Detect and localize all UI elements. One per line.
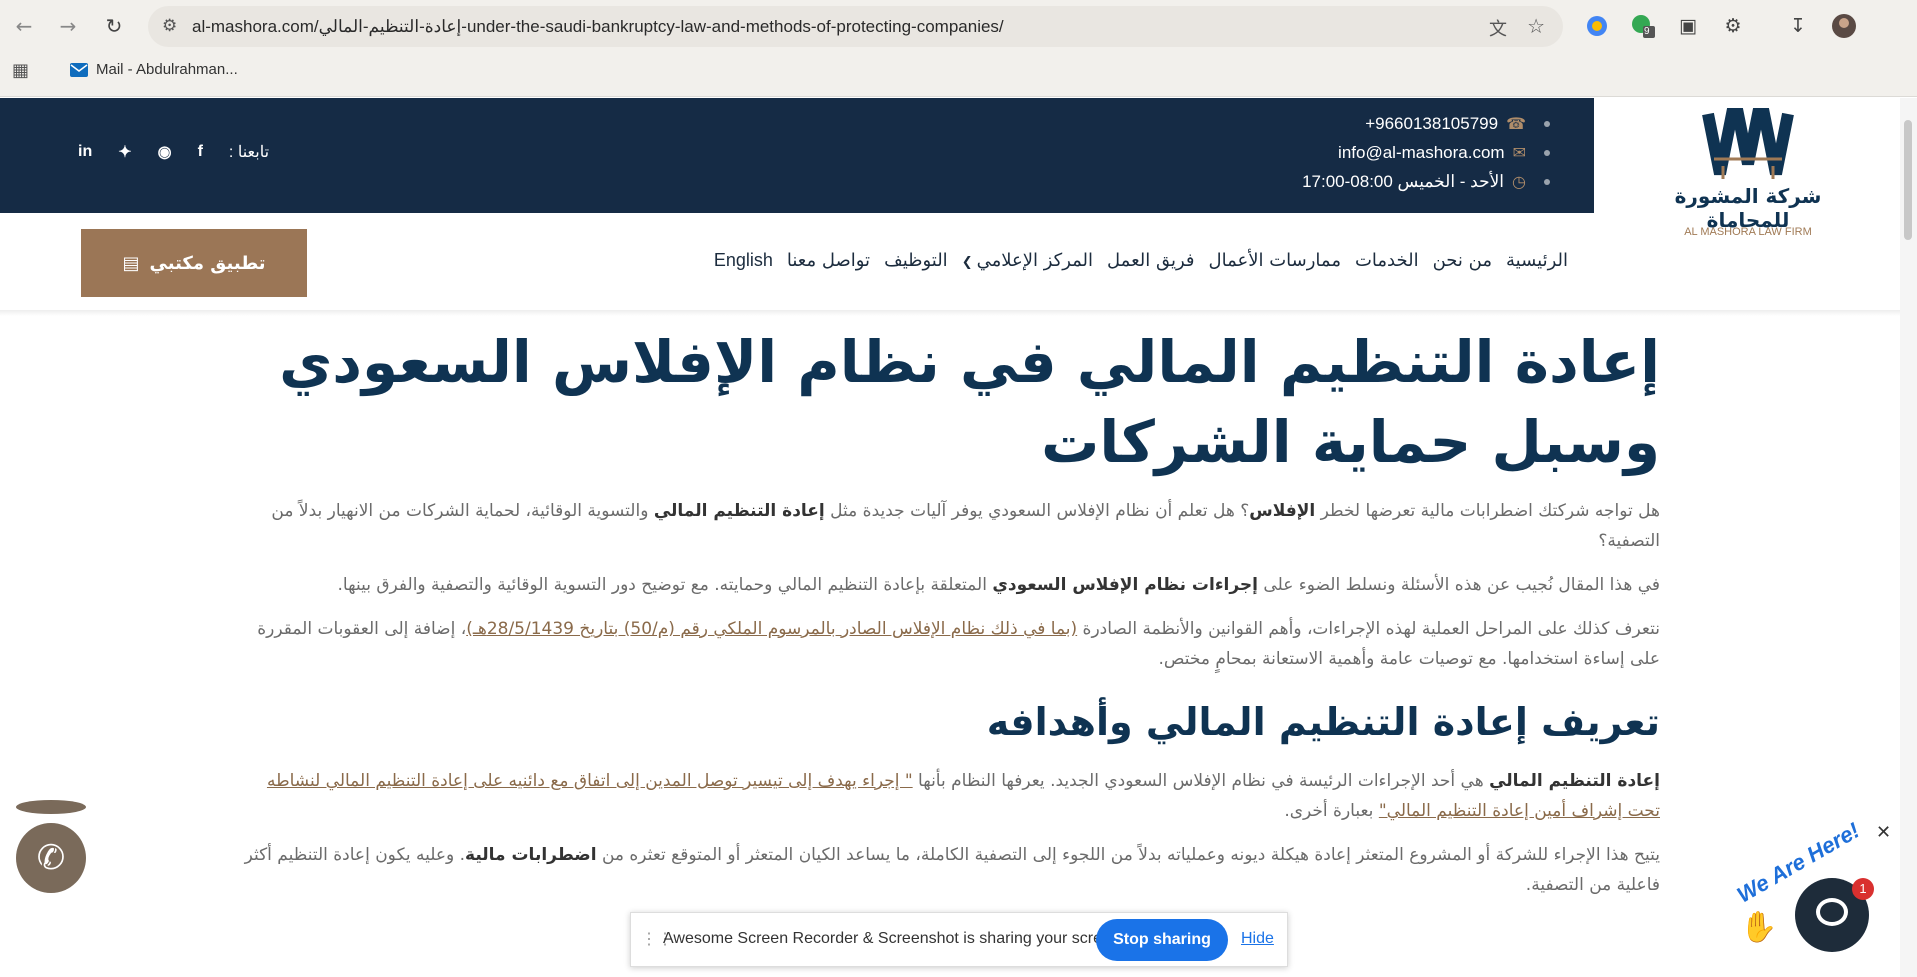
scrollbar-thumb[interactable] (1904, 120, 1912, 240)
facebook-icon[interactable]: f (198, 143, 203, 161)
nav-about[interactable]: من نحن (1433, 250, 1492, 271)
p5-text: يتيح هذا الإجراء للشركة أو المشروع المتع… (596, 845, 1660, 865)
phone-icon: ✆ (36, 838, 66, 878)
address-bar[interactable]: ⚙ al-mashora.com/إعادة-التنظيم-المالي-un… (148, 6, 1563, 47)
clock-icon: ◷ (1512, 174, 1526, 191)
translate-icon[interactable]: 文 (1489, 15, 1507, 41)
browser-chrome: ← → ↻ ⚙ al-mashora.com/إعادة-التنظيم-الم… (0, 0, 1917, 97)
site-logo[interactable]: شركة المشورة للمحاماة AL MASHORA LAW FIR… (1668, 104, 1828, 244)
extension-shield-icon[interactable]: 9 (1627, 10, 1659, 42)
stop-sharing-button[interactable]: Stop sharing (1096, 919, 1228, 961)
p4-text-2: بعبارة أخرى. (1284, 801, 1379, 821)
apps-grid-icon[interactable]: ▦ (12, 60, 29, 81)
contact-hours: ◷ الأحد - الخميس 08:00-17:00 (1302, 172, 1550, 192)
phone-widget-ring (16, 800, 86, 814)
envelope-icon: ✉ (1512, 145, 1526, 162)
profile-avatar[interactable] (1828, 10, 1860, 42)
nav-team[interactable]: فريق العمل (1107, 250, 1195, 271)
extensions-puzzle-icon[interactable]: ⚙ (1717, 10, 1749, 42)
p2-text-2: المتعلقة بإعادة التنظيم المالي وحمايته. … (337, 575, 993, 595)
paragraph-5: يتيح هذا الإجراء للشركة أو المشروع المتع… (230, 840, 1660, 900)
phone-icon: ☎ (1506, 116, 1526, 133)
bookmarks-bar: ▦ Mail - Abdulrahman... (0, 54, 1917, 90)
p2-bold: إجراءات نظام الإفلاس السعودي (992, 575, 1259, 595)
chat-badge: 1 (1852, 878, 1874, 900)
chat-widget[interactable]: ✕ We Are Here! 1 ✋ (1733, 818, 1900, 960)
article-content: إعادة التنظيم المالي في نظام الإفلاس الس… (230, 322, 1660, 900)
nav-careers[interactable]: التوظيف (884, 250, 948, 271)
p1-text: هل تواجه شركتك اضطرابات مالية تعرضها لخط… (1315, 501, 1660, 521)
nav-practices[interactable]: ممارسات الأعمال (1209, 250, 1341, 271)
nav-divider (0, 310, 1900, 316)
bookmark-star-icon[interactable]: ☆ (1527, 14, 1545, 38)
reload-icon[interactable]: ↻ (98, 10, 130, 42)
follow-label: تابعنا : (228, 144, 270, 161)
p4-text: هي أحد الإجراءات الرئيسة في نظام الإفلاس… (912, 771, 1490, 791)
instagram-icon[interactable]: ◉ (158, 142, 172, 162)
social-links: in ✦ ◉ f تابعنا : (78, 142, 269, 162)
download-icon[interactable]: ↧ (1782, 10, 1814, 42)
nav-contact[interactable]: تواصل معنا (787, 250, 870, 271)
nav-home[interactable]: الرئيسية (1506, 250, 1568, 271)
extension-color-icon[interactable] (1581, 10, 1613, 42)
bookmark-mail[interactable]: Mail - Abdulrahman... (70, 61, 238, 78)
p1-text-2: ؟ هل تعلم أن نظام الإفلاس السعودي يوفر آ… (824, 501, 1250, 521)
extension-badge: 9 (1644, 26, 1650, 37)
wave-hand-icon: ✋ (1740, 910, 1778, 945)
twitter-icon[interactable]: ✦ (118, 142, 131, 162)
url-text[interactable]: al-mashora.com/إعادة-التنظيم-المالي-unde… (192, 17, 1004, 37)
contact-bar: ☎ +9660138105799 ✉ info@al-mashora.com ◷… (0, 98, 1594, 213)
site-info-icon[interactable]: ⚙ (162, 16, 177, 36)
p5-bold: اضطرابات مالية (465, 845, 597, 865)
share-message: Awesome Screen Recorder & Screenshot is … (663, 930, 1125, 947)
close-icon[interactable]: ✕ (1876, 822, 1891, 843)
call-button[interactable]: ✆ (16, 823, 86, 893)
mail-icon (70, 62, 88, 77)
nav-media-label: المركز الإعلامي (976, 250, 1094, 271)
app-button[interactable]: تطبيق مكتبي ▤ (81, 229, 307, 297)
contact-email[interactable]: ✉ info@al-mashora.com (1338, 143, 1550, 163)
chevron-down-icon: ❯ (961, 255, 973, 270)
logo-name-en: AL MASHORA LAW FIRM (1684, 226, 1812, 238)
screenshot-icon[interactable]: ▣ (1672, 10, 1704, 42)
p1-bold: الإفلاس (1249, 501, 1316, 521)
paragraph-1: هل تواجه شركتك اضطرابات مالية تعرضها لخط… (230, 496, 1660, 556)
p3-text: نتعرف كذلك على المراحل العملية لهذه الإج… (1077, 619, 1660, 639)
p4-bold: إعادة التنظيم المالي (1489, 771, 1660, 791)
logo-name-ar: شركة المشورة للمحاماة (1674, 184, 1822, 232)
document-icon: ▤ (122, 252, 140, 274)
stop-label: Stop sharing (1113, 931, 1211, 948)
contact-phone[interactable]: ☎ +9660138105799 (1365, 114, 1550, 134)
section-heading: تعريف إعادة التنظيم المالي وأهدافه (986, 700, 1660, 744)
hide-link[interactable]: Hide (1241, 930, 1274, 948)
hours-text: الأحد - الخميس 08:00-17:00 (1302, 172, 1505, 191)
app-button-label: تطبيق مكتبي (149, 252, 266, 274)
email-text: info@al-mashora.com (1338, 143, 1505, 162)
paragraph-3: نتعرف كذلك على المراحل العملية لهذه الإج… (230, 614, 1660, 674)
p2-text: في هذا المقال نُجيب عن هذه الأسئلة ونسلط… (1258, 575, 1660, 595)
paragraph-4: إعادة التنظيم المالي هي أحد الإجراءات ال… (230, 766, 1660, 826)
phone-text: +9660138105799 (1365, 114, 1499, 133)
linkedin-icon[interactable]: in (78, 143, 92, 161)
p1-bold-2: إعادة التنظيم المالي (653, 501, 825, 521)
back-icon[interactable]: ← (8, 10, 40, 42)
forward-icon[interactable]: → (52, 10, 84, 42)
nav-media[interactable]: المركز الإعلامي❯ (962, 250, 1093, 271)
nav-english[interactable]: English (714, 250, 773, 271)
article-title: إعادة التنظيم المالي في نظام الإفلاس الس… (279, 328, 1660, 476)
screen-share-bar: ⋮⋮ Awesome Screen Recorder & Screenshot … (630, 912, 1288, 967)
main-nav: الرئيسية من نحن الخدمات ممارسات الأعمال … (714, 250, 1568, 271)
nav-services[interactable]: الخدمات (1355, 250, 1419, 271)
bookmark-label: Mail - Abdulrahman... (96, 61, 238, 78)
chat-bubble-glyph (1816, 898, 1848, 926)
paragraph-2: في هذا المقال نُجيب عن هذه الأسئلة ونسلط… (230, 570, 1660, 600)
law-link[interactable]: (بما في ذلك نظام الإفلاس الصادر بالمرسوم… (466, 619, 1077, 639)
